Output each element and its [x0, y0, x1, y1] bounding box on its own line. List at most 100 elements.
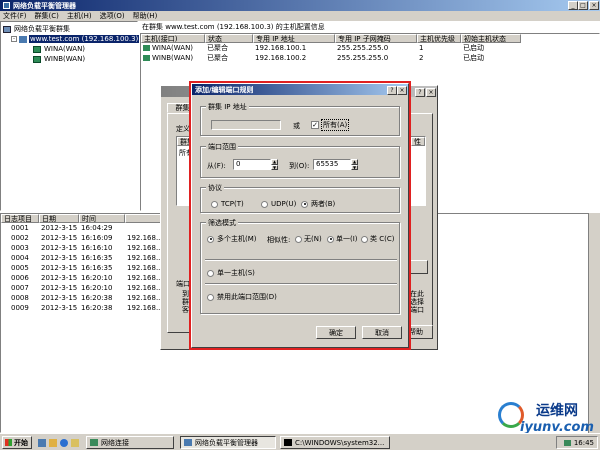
start-button[interactable]: 开始 — [2, 436, 32, 449]
tray-network-icon[interactable] — [563, 439, 571, 446]
table-row[interactable]: WINA(WAN) 已聚合 192.168.100.1 255.255.255.… — [141, 43, 599, 53]
radio-icon — [327, 235, 334, 243]
affinity-none-radio[interactable]: 无(N) — [295, 234, 322, 244]
from-port-spinner[interactable]: ▲ ▼ — [271, 159, 278, 170]
cancel-button[interactable]: 取消 — [362, 326, 402, 339]
expand-icon[interactable]: - — [11, 36, 17, 42]
log-cell: 192.168... — [127, 234, 163, 242]
taskbar-item-cmd[interactable]: C:\WINDOWS\system32... — [280, 436, 390, 449]
log-cell: 2012-3-15 — [41, 294, 78, 302]
log-cell: 0001 — [11, 224, 29, 232]
log-cell: 16:16:10 — [81, 244, 113, 252]
log-cell: 192.168... — [127, 264, 163, 272]
col-header-host[interactable]: 主机(接口) — [141, 34, 205, 43]
taskbar-item-nlb-manager[interactable]: 网络负载平衡管理器 — [180, 436, 276, 449]
single-host-radio[interactable]: 单一主机(S) — [207, 268, 255, 278]
log-cell: 192.168... — [127, 254, 163, 262]
menu-options[interactable]: 选项(O) — [100, 11, 125, 21]
spin-down-icon[interactable]: ▼ — [351, 164, 358, 170]
log-cell: 2012-3-15 — [41, 304, 78, 312]
ok-button[interactable]: 确定 — [316, 326, 356, 339]
tree-host-item[interactable]: WINB(WAN) — [33, 54, 85, 64]
table-row[interactable]: WINB(WAN) 已聚合 192.168.100.2 255.255.255.… — [141, 53, 599, 63]
multi-host-radio[interactable]: 多个主机(M) — [207, 234, 257, 244]
affinity-classc-radio[interactable]: 类 C(C) — [361, 234, 394, 244]
col-header-date[interactable]: 日期 — [39, 214, 79, 223]
log-cell: 2012-3-15 — [41, 284, 78, 292]
host-panel-caption: 在群集 www.test.com (192.168.100.3) 的主机配置信息 — [142, 23, 325, 31]
dialog-title-bar: 添加/编辑端口规则 — [192, 84, 408, 95]
tree-host-item[interactable]: WINA(WAN) — [33, 44, 85, 54]
col-header-log-item[interactable]: 日志项目 — [1, 214, 39, 223]
explorer-icon[interactable] — [49, 438, 57, 447]
menu-host[interactable]: 主机(H) — [67, 11, 92, 21]
maximize-button[interactable]: □ — [578, 1, 588, 10]
taskbar-item-network[interactable]: 网络连接 — [86, 436, 174, 449]
close-icon[interactable]: × — [397, 86, 407, 95]
host-icon — [143, 55, 150, 61]
help-icon[interactable]: ? — [387, 86, 397, 95]
nlb-icon — [184, 439, 192, 446]
watermark-brand: 运维网 — [536, 403, 578, 419]
to-port-spinner[interactable]: ▲ ▼ — [351, 159, 358, 170]
tree-root[interactable]: 网络负载平衡群集 — [3, 24, 70, 34]
col-header-subnet[interactable]: 专用 IP 子网掩码 — [335, 34, 417, 43]
radio-icon — [295, 235, 302, 243]
log-cell: 192.168... — [127, 304, 163, 312]
col-header-initial-state[interactable]: 初始主机状态 — [461, 34, 521, 43]
log-cell: 192.168... — [127, 274, 163, 282]
spin-down-icon[interactable]: ▼ — [271, 164, 278, 170]
port-group-label: 端口 — [176, 280, 190, 288]
log-cell: 16:20:10 — [81, 284, 113, 292]
tree-cluster-node[interactable]: - www.test.com (192.168.100.3) — [11, 34, 140, 44]
log-cell: 192.168... — [127, 284, 163, 292]
col-header-time[interactable]: 时间 — [79, 214, 125, 223]
radio-icon — [211, 200, 218, 208]
log-cell: 2012-3-15 — [41, 234, 78, 242]
window-title: 网络负载平衡管理器 — [13, 1, 76, 10]
to-port-input[interactable]: 65535 — [313, 159, 351, 170]
close-button[interactable]: × — [589, 1, 599, 10]
menu-help[interactable]: 帮助(H) — [133, 11, 158, 21]
all-checkbox[interactable]: ✓ 所有(A) — [311, 119, 350, 131]
log-cell: 16:20:10 — [81, 274, 113, 282]
cluster-ip-input[interactable] — [211, 120, 281, 130]
radio-icon — [207, 293, 214, 301]
protocol-tcp-radio[interactable]: TCP(T) — [211, 199, 244, 209]
list-header-property[interactable]: 性 — [411, 137, 425, 146]
window-controls: _ □ × — [566, 0, 600, 11]
radio-icon — [207, 269, 214, 277]
host-icon — [33, 45, 41, 53]
protocol-udp-radio[interactable]: UDP(U) — [261, 199, 296, 209]
protocol-both-radio[interactable]: 两者(B) — [301, 199, 335, 209]
help-icon[interactable]: ? — [415, 88, 425, 97]
log-cell: 16:16:35 — [81, 254, 113, 262]
close-icon[interactable]: × — [426, 88, 436, 97]
disable-range-radio[interactable]: 禁用此端口范围(D) — [207, 292, 277, 302]
host-icon — [33, 55, 41, 63]
folder-icon[interactable] — [71, 438, 79, 447]
menu-file[interactable]: 文件(F) — [3, 11, 27, 21]
checkbox-icon: ✓ — [311, 121, 319, 129]
affinity-single-radio[interactable]: 单一(I) — [327, 234, 358, 244]
show-desktop-icon[interactable] — [38, 438, 46, 447]
port-rule-dialog: 添加/编辑端口规则 ? × 群集 IP 地址 或 ✓ 所有(A) 端口范围 从(… — [189, 81, 411, 350]
log-cell: 192.168... — [127, 244, 163, 252]
to-label: 到(O): — [289, 162, 310, 170]
log-cell: 0008 — [11, 294, 29, 302]
radio-icon — [361, 235, 368, 243]
log-cell: 0005 — [11, 264, 29, 272]
col-header-ip[interactable]: 专用 IP 地址 — [253, 34, 335, 43]
menu-cluster[interactable]: 群集(C) — [35, 11, 59, 21]
minimize-button[interactable]: _ — [568, 1, 578, 10]
col-header-status[interactable]: 状态 — [205, 34, 253, 43]
col-header-source[interactable] — [125, 214, 165, 223]
from-port-input[interactable]: 0 — [233, 159, 271, 170]
host-table-header: 主机(接口) 状态 专用 IP 地址 专用 IP 子网掩码 主机优先级 初始主机… — [141, 34, 599, 43]
ie-icon[interactable] — [60, 438, 68, 447]
port-range-group: 端口范围 从(F): 0 ▲ ▼ 到(O): 65535 ▲ ▼ — [200, 142, 400, 178]
col-header-priority[interactable]: 主机优先级 — [417, 34, 461, 43]
log-cell: 2012-3-15 — [41, 264, 78, 272]
log-cell: 16:20:38 — [81, 304, 113, 312]
protocol-group: 协议 TCP(T) UDP(U) 两者(B) — [200, 183, 400, 213]
